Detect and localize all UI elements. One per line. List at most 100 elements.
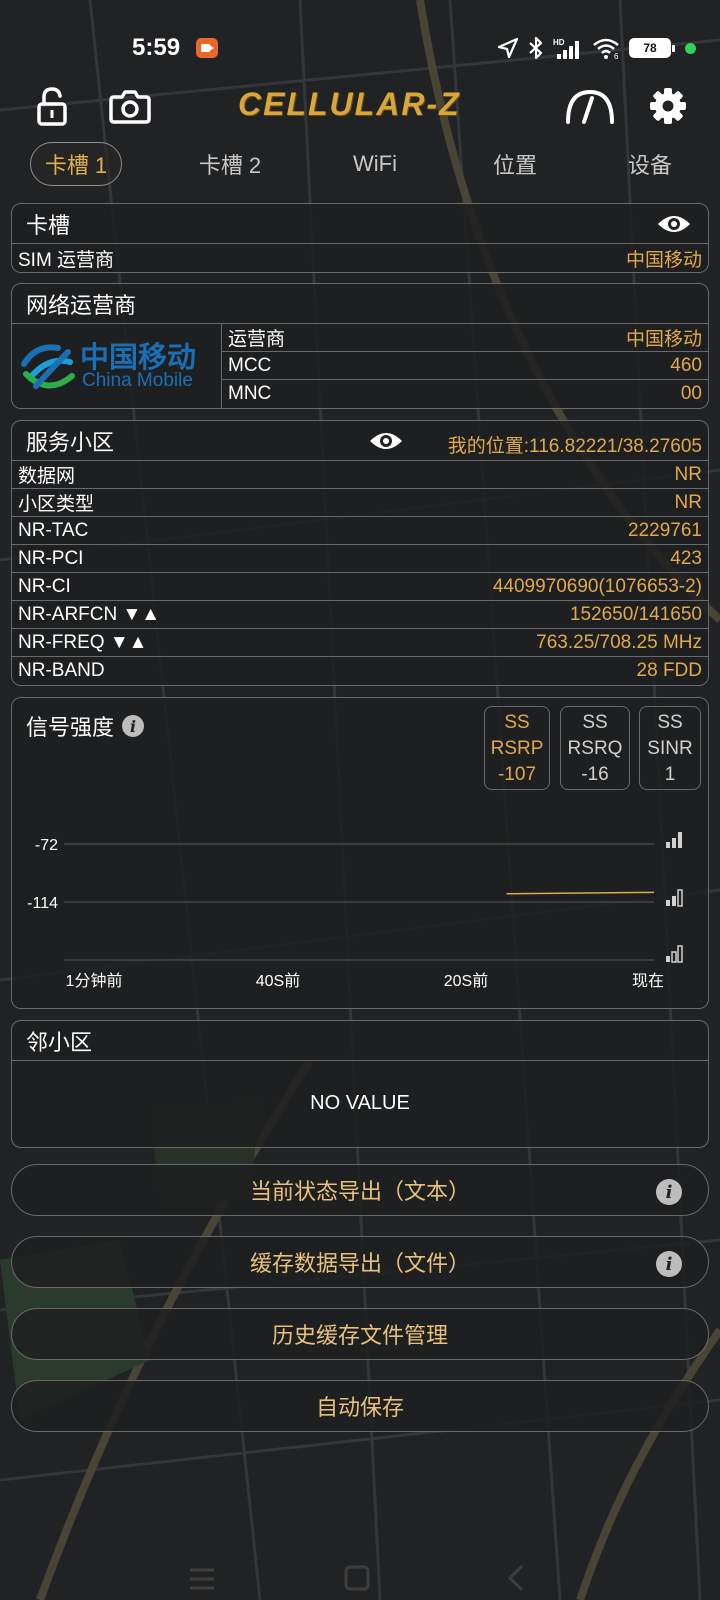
tab-device[interactable]: 设备 (605, 142, 695, 186)
metric-line1: SS (504, 712, 530, 733)
serving-row-nr-band: NR-BAND 28 FDD (12, 657, 708, 685)
neighbor-card-title: 邻小区 (26, 1029, 93, 1055)
mnc-row: MNC 00 (222, 380, 708, 408)
signal-hd-icon: HD (553, 38, 579, 59)
metric-ss-rsrp[interactable]: SS RSRP -107 (484, 706, 550, 790)
row-key: 运营商 (228, 329, 286, 350)
export-text-button[interactable]: 当前状态导出（文本） i (11, 1164, 709, 1216)
row-key: NR-CI (18, 575, 71, 597)
system-nav-bar (190, 1564, 524, 1592)
export-file-button[interactable]: 缓存数据导出（文件） i (11, 1236, 709, 1288)
serving-row-nr-tac: NR-TAC 2229761 (12, 517, 708, 545)
row-value: 423 (670, 547, 702, 569)
operator-body: 中国移动 China Mobile 运营商 中国移动 MCC 460 MNC 0… (12, 324, 708, 408)
app-title-logo: CELLULAR-Z (238, 86, 461, 122)
slot-card: 卡槽 SIM 运营商 中国移动 (11, 203, 709, 273)
serving-row-data-network: 数据网 NR (12, 461, 708, 489)
gear-icon[interactable] (644, 82, 692, 130)
series-layer (506, 891, 655, 895)
row-value: 中国移动 (625, 329, 702, 350)
metric-ss-rsrq[interactable]: SS RSRQ -16 (560, 706, 630, 790)
row-value: 4409970690(1076653-2) (492, 575, 702, 597)
row-key: NR-BAND (18, 660, 105, 681)
signal-title: 信号强度 i (26, 710, 145, 742)
metric-line2: RSRP (490, 738, 544, 759)
wifi-icon: 6 (593, 38, 619, 60)
menu-nav-icon[interactable] (190, 1568, 214, 1590)
row-value: 763.25/708.25 MHz (536, 631, 702, 653)
serving-row-nr-ci: NR-CI 4409970690(1076653-2) (12, 573, 708, 601)
autosave-button[interactable]: 自动保存 (11, 1380, 709, 1432)
location-arrow-icon (497, 37, 519, 59)
signal-strength-card: 信号强度 i SS RSRP -107 SS RSRQ -16 SS SINR … (11, 697, 709, 1009)
row-value: 152650/141650 (569, 603, 702, 625)
bluetooth-icon (529, 36, 543, 60)
info-icon[interactable]: i (656, 1251, 682, 1277)
back-nav-icon[interactable] (507, 1564, 524, 1592)
tab-slot-2[interactable]: 卡槽 2 (180, 142, 280, 186)
button-label: 缓存数据导出（文件） (249, 1251, 470, 1276)
row-key: MCC (228, 354, 272, 376)
row-value: NR (674, 463, 702, 485)
metric-ss-sinr[interactable]: SS SINR 1 (639, 706, 701, 790)
china-mobile-logo: 中国移动 China Mobile (12, 324, 222, 408)
home-nav-icon[interactable] (344, 1565, 370, 1591)
slot-card-header: 卡槽 (12, 204, 708, 244)
x-tick-label: 1分钟前 (66, 972, 123, 990)
serving-card-title: 服务小区 (26, 429, 115, 455)
button-label: 当前状态导出（文本） (249, 1179, 470, 1204)
eye-icon[interactable] (368, 429, 404, 453)
serving-row-nr-freq[interactable]: NR-FREQ ▼▲ 763.25/708.25 MHz (12, 629, 708, 657)
metric-value: -107 (497, 764, 537, 785)
status-bar: 5:59 HD 6 78 (0, 0, 720, 70)
y-tick-label: -114 (27, 895, 58, 912)
row-value: 28 FDD (636, 660, 702, 681)
app-root: 5:59 HD 6 78 CELLULAR-Z 卡槽 1 卡槽 2 WiFi 位… (0, 0, 720, 1600)
svg-text:6: 6 (614, 52, 619, 60)
lock-icon[interactable] (28, 82, 76, 130)
serving-row-nr-arfcn[interactable]: NR-ARFCN ▼▲ 152650/141650 (12, 601, 708, 629)
row-value: 中国移动 (625, 249, 702, 271)
metric-value: 1 (664, 764, 676, 785)
tab-location[interactable]: 位置 (470, 142, 560, 186)
series-line (506, 891, 655, 895)
row-key: NR-TAC (18, 519, 89, 541)
row-key: NR-PCI (18, 547, 84, 569)
no-value-text: NO VALUE (310, 1091, 410, 1114)
sim-operator-row: SIM 运营商 中国移动 (12, 244, 708, 272)
slot-card-title: 卡槽 (26, 212, 71, 238)
info-icon[interactable]: i (122, 715, 145, 737)
row-key: NR-FREQ ▼▲ (18, 631, 148, 653)
history-files-button[interactable]: 历史缓存文件管理 (11, 1308, 709, 1360)
signal-title-text: 信号强度 (26, 715, 115, 740)
row-key: 小区类型 (18, 494, 95, 515)
metric-line2: RSRQ (567, 738, 623, 759)
svg-text:HD: HD (553, 38, 565, 47)
speedometer-icon[interactable] (562, 82, 618, 130)
x-tick-label: 40S前 (256, 972, 300, 990)
network-operator-card: 网络运营商 中国移动 China Mobile 运营商 中国移动 MCC 460… (11, 283, 709, 409)
battery-icon: 78 (629, 38, 675, 58)
camera-icon[interactable] (106, 82, 154, 130)
status-time: 5:59 (132, 34, 181, 61)
info-icon[interactable]: i (656, 1179, 682, 1205)
recording-icon (196, 38, 218, 58)
signal-bars-icon (666, 832, 682, 848)
tab-slot-1[interactable]: 卡槽 1 (30, 142, 122, 186)
row-value: 00 (680, 383, 702, 404)
tab-bar: 卡槽 1 卡槽 2 WiFi 位置 设备 (0, 142, 720, 188)
china-mobile-logo-mark (21, 344, 75, 389)
x-tick-label: 现在 (632, 972, 664, 990)
operator-rows: 运营商 中国移动 MCC 460 MNC 00 (222, 324, 708, 408)
top-toolbar: CELLULAR-Z (0, 76, 720, 136)
signal-chart: -72 -114 1分钟前 40S前 20S前 现在 (27, 832, 683, 990)
row-key: MNC (228, 383, 272, 404)
row-value: 2229761 (628, 519, 702, 541)
operator-card-header: 网络运营商 (12, 284, 708, 324)
neighbor-card-header: 邻小区 (12, 1021, 708, 1061)
y-tick-label: -72 (35, 837, 58, 854)
row-key: 数据网 (18, 466, 76, 487)
tab-wifi[interactable]: WiFi (330, 142, 420, 186)
eye-icon[interactable] (656, 212, 692, 236)
metric-value: -16 (581, 764, 609, 785)
